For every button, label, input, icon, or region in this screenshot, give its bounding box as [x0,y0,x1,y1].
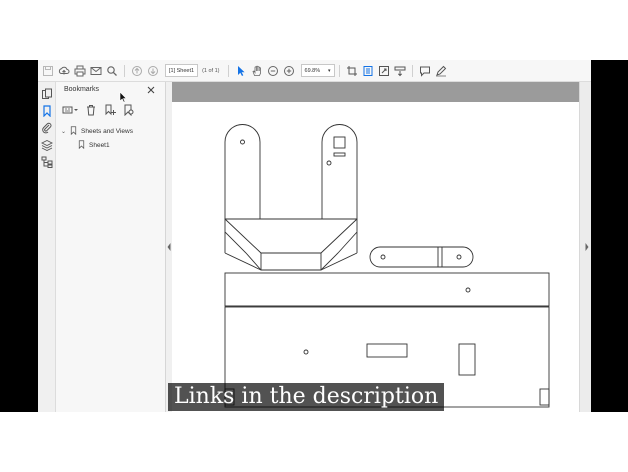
drawing-hole [465,287,471,293]
zoom-level-value: 69.8% [304,67,321,74]
chevron-down-icon[interactable]: ⌄ [61,128,66,135]
toolbar-separator [411,64,413,77]
fit-page-icon[interactable] [360,63,376,79]
full-screen-icon[interactable] [376,63,392,79]
bookmark-panel-icon[interactable] [39,103,55,119]
search-icon[interactable] [104,63,120,79]
drawing-hole [326,160,332,166]
main-toolbar: [1] Sheet1 (1 of 1) 69.8% ▾ [38,60,591,82]
toolbar-separator [227,64,229,77]
drawing-slot [333,152,346,157]
pdf-viewer-window: [1] Sheet1 (1 of 1) 69.8% ▾ Bookmarks ⌄ … [38,60,591,412]
chevron-down-icon: ▾ [328,67,331,74]
toolbar-separator [338,64,340,77]
letterbox-left [0,60,38,412]
model-tree-icon[interactable] [39,154,55,170]
video-caption: Links in the description [168,383,445,411]
cloud-upload-icon[interactable] [56,63,72,79]
drawing-rect-cutout [458,343,476,376]
bookmark-label: Sheet1 [89,142,110,149]
bookmark-options-icon[interactable] [62,102,80,118]
bookmark-item-sheets-and-views[interactable]: ⌄ Sheets and Views [61,126,133,137]
pen-sign-icon[interactable] [433,63,449,79]
drawing-right-tab [321,124,358,174]
panel-title: Bookmarks [64,86,100,93]
drawing-pill-divider [437,247,443,267]
comment-icon[interactable] [417,63,433,79]
drawing-fold-line [224,218,358,254]
bookmark-label: Sheets and Views [81,128,133,135]
drawing-hole [240,139,245,145]
bookmark-icon [77,140,86,151]
zoom-out-icon[interactable] [265,63,281,79]
drawing-pill [369,246,474,268]
drawing-corner-notch [539,388,550,406]
drawing-hole [456,254,462,260]
mail-icon[interactable] [88,63,104,79]
drawing-rect-cutout [366,343,408,358]
previous-page-icon[interactable] [129,63,145,79]
delete-bookmark-icon[interactable] [83,102,99,118]
letterbox-right [591,60,628,412]
video-frame: [1] Sheet1 (1 of 1) 69.8% ▾ Bookmarks ⌄ … [0,0,628,472]
zoom-level-select[interactable]: 69.8% ▾ [300,64,335,77]
page-number-input[interactable]: [1] Sheet1 [165,64,199,77]
drawing-fold-line [260,253,322,270]
expand-arrow-icon[interactable] [584,242,590,252]
print-icon[interactable] [72,63,88,79]
crop-tool-icon[interactable] [344,63,360,79]
document-area[interactable] [172,82,579,412]
mouse-cursor-icon [119,90,128,103]
vertical-scrollbar[interactable] [579,82,591,412]
drawing-fold-line [224,232,358,253]
page-count: (1 of 1) [202,67,220,74]
bookmark-item-sheet1[interactable]: Sheet1 [77,140,110,151]
pdf-page [172,102,579,412]
hand-tool-icon[interactable] [249,63,265,79]
bookmarks-panel: Bookmarks ⌄ Sheets and Views Sheet1 [56,82,166,412]
drawing-hole [380,254,386,260]
scroll-mode-icon[interactable] [392,63,408,79]
bookmark-icon [69,126,78,137]
close-icon[interactable] [145,83,157,95]
drawing-top-plate [224,272,550,307]
zoom-in-icon[interactable] [281,63,297,79]
find-bookmark-icon[interactable] [121,102,137,118]
attachments-icon[interactable] [39,120,55,136]
layers-icon[interactable] [39,137,55,153]
next-page-icon[interactable] [145,63,161,79]
drawing-fold-line [224,252,358,271]
select-arrow-icon[interactable] [233,63,249,79]
new-bookmark-icon[interactable] [102,102,118,118]
page-thumbnails-icon[interactable] [39,86,55,102]
drawing-window [333,136,346,149]
drawing-hole [303,349,309,355]
toolbar-separator [124,64,125,77]
bookmark-tools [62,102,137,118]
navigation-rail [38,82,56,412]
save-icon[interactable] [40,63,56,79]
cad-drawing [224,124,550,408]
drawing-left-tab [224,124,261,174]
